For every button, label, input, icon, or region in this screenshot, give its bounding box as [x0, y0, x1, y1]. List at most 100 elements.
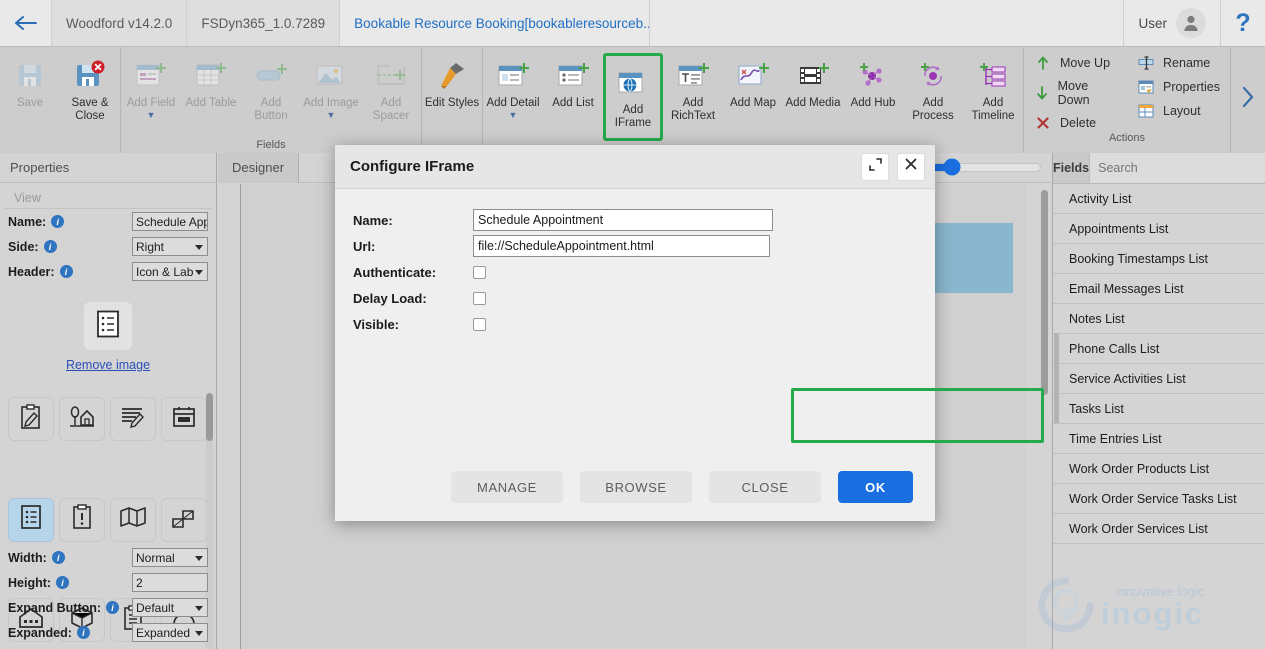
property-row-name: Name: i Schedule App — [0, 209, 216, 234]
icon-cell-list-document[interactable] — [8, 497, 54, 542]
add-media-button[interactable]: Add Media — [783, 53, 843, 110]
properties-action[interactable]: Properties — [1137, 79, 1220, 95]
name-field[interactable] — [473, 209, 773, 231]
icon-grid-scroll-thumb[interactable] — [206, 393, 213, 441]
list-item[interactable]: Time Entries List — [1053, 424, 1265, 454]
close-button[interactable] — [897, 152, 925, 181]
property-row-header: Header: i Icon & Lab — [0, 259, 216, 284]
fields-list-scrollbar[interactable] — [1054, 333, 1059, 423]
property-name-input[interactable]: Schedule App — [132, 212, 208, 231]
icon-cell-house-tree[interactable] — [59, 397, 105, 441]
zoom-slider-track[interactable] — [926, 158, 1041, 176]
browse-button[interactable]: BROWSE — [580, 471, 692, 503]
add-button-icon — [254, 55, 288, 95]
add-map-button[interactable]: Add Map — [723, 53, 783, 110]
add-field-caret-icon[interactable]: ▼ — [147, 110, 156, 120]
add-table-button[interactable]: Add Table — [181, 53, 241, 110]
list-item[interactable]: Activity List — [1053, 184, 1265, 214]
icon-cell-folded-map[interactable] — [110, 497, 156, 542]
move-down-action[interactable]: Move Down — [1034, 79, 1115, 107]
property-row-height: Height: i 2 — [0, 570, 216, 595]
dialog-body: Name: Url: Authenticate: Delay Load: Vis… — [335, 189, 1044, 521]
tab-designer[interactable]: Designer — [218, 152, 300, 183]
add-image-button[interactable]: Add Image ▼ — [301, 53, 361, 120]
property-expanded-select[interactable]: Expanded — [132, 623, 208, 642]
property-height-input[interactable]: 2 — [132, 573, 208, 592]
authenticate-checkbox[interactable] — [473, 265, 486, 279]
layout-action[interactable]: Layout — [1137, 103, 1220, 119]
back-button[interactable] — [0, 0, 52, 46]
close-dialog-button[interactable]: CLOSE — [709, 471, 821, 503]
info-icon[interactable]: i — [76, 626, 90, 639]
icon-cell-clipboard-alert[interactable] — [59, 497, 105, 542]
zoom-slider[interactable] — [926, 158, 1041, 176]
dialog-row-name: Name: — [335, 207, 935, 233]
add-detail-caret-icon[interactable]: ▼ — [509, 110, 518, 120]
list-item[interactable]: Appointments List — [1053, 214, 1265, 244]
visible-checkbox[interactable] — [473, 317, 486, 331]
save-close-label: Save & Close — [71, 97, 109, 122]
add-button-button[interactable]: Add Button — [241, 53, 301, 123]
move-up-action[interactable]: Move Up — [1034, 55, 1115, 71]
info-icon[interactable]: i — [51, 215, 65, 228]
icon-cell-calendar[interactable] — [161, 397, 207, 441]
selected-image-box[interactable] — [84, 302, 132, 350]
search-input[interactable] — [1089, 153, 1265, 183]
list-item[interactable]: Service Activities List — [1053, 364, 1265, 394]
icon-cell-blueprint[interactable] — [161, 497, 207, 542]
user-menu[interactable]: User — [1124, 0, 1221, 46]
add-image-caret-icon[interactable]: ▼ — [327, 110, 336, 120]
delete-action[interactable]: Delete — [1034, 115, 1115, 131]
add-field-button[interactable]: Add Field ▼ — [121, 53, 181, 120]
add-list-button[interactable]: Add List — [543, 53, 603, 110]
icon-cell-clipboard-pen[interactable] — [8, 397, 54, 441]
list-item[interactable]: Tasks List — [1053, 394, 1265, 424]
expand-button[interactable] — [861, 152, 889, 181]
add-detail-button[interactable]: Add Detail ▼ — [483, 53, 543, 120]
list-item[interactable]: Work Order Products List — [1053, 454, 1265, 484]
info-icon[interactable]: i — [56, 576, 70, 589]
save-button[interactable]: Save — [0, 53, 60, 110]
ribbon-expand-button[interactable] — [1231, 47, 1265, 153]
list-item[interactable]: Notes List — [1053, 304, 1265, 334]
list-item[interactable]: Phone Calls List — [1053, 334, 1265, 364]
tab-fsdyn365[interactable]: FSDyn365_1.0.7289 — [187, 0, 341, 46]
fields-list[interactable]: Activity List Appointments List Booking … — [1053, 184, 1265, 649]
list-item[interactable]: Booking Timestamps List — [1053, 244, 1265, 274]
rename-action[interactable]: Rename — [1137, 55, 1220, 71]
info-icon[interactable]: i — [43, 240, 57, 253]
manage-button[interactable]: MANAGE — [451, 471, 563, 503]
delay-load-checkbox[interactable] — [473, 291, 486, 305]
remove-image-link[interactable]: Remove image — [66, 358, 150, 372]
ribbon-group-styles: Edit Styles — [422, 47, 483, 153]
ok-button[interactable]: OK — [838, 471, 913, 503]
add-process-button[interactable]: Add Process — [903, 53, 963, 123]
property-expand-button-select[interactable]: Default — [132, 598, 208, 617]
url-field[interactable] — [473, 235, 770, 257]
property-side-select[interactable]: Right — [132, 237, 208, 256]
icon-cell-note-edit[interactable] — [110, 397, 156, 441]
add-detail-label: Add Detail — [486, 97, 540, 109]
property-width-select[interactable]: Normal — [132, 548, 208, 567]
add-iframe-button[interactable]: Add IFrame — [603, 53, 663, 141]
list-item[interactable]: Email Messages List — [1053, 274, 1265, 304]
edit-styles-button[interactable]: Edit Styles — [422, 53, 482, 110]
info-icon[interactable]: i — [106, 601, 120, 614]
canvas-scrollbar-thumb[interactable] — [1041, 190, 1048, 395]
add-spacer-button[interactable]: Add Spacer — [361, 53, 421, 123]
add-richtext-button[interactable]: Add RichText — [663, 53, 723, 123]
property-label: Name: — [8, 214, 47, 229]
add-hub-button[interactable]: Add Hub — [843, 53, 903, 110]
tab-bookable-resource-booking[interactable]: Bookable Resource Booking[bookableresour… — [340, 0, 651, 46]
save-close-button[interactable]: Save & Close — [60, 53, 120, 123]
info-icon[interactable]: i — [59, 265, 73, 278]
tab-woodford[interactable]: Woodford v14.2.0 — [52, 0, 188, 46]
help-icon: ? — [1235, 8, 1251, 37]
list-item[interactable]: Work Order Services List — [1053, 514, 1265, 544]
help-button[interactable]: ? — [1221, 0, 1265, 46]
add-timeline-button[interactable]: Add Timeline — [963, 53, 1023, 123]
list-item[interactable]: Work Order Service Tasks List — [1053, 484, 1265, 514]
info-icon[interactable]: i — [51, 551, 65, 564]
zoom-slider-knob[interactable] — [943, 158, 961, 176]
property-header-select[interactable]: Icon & Lab — [132, 262, 208, 281]
